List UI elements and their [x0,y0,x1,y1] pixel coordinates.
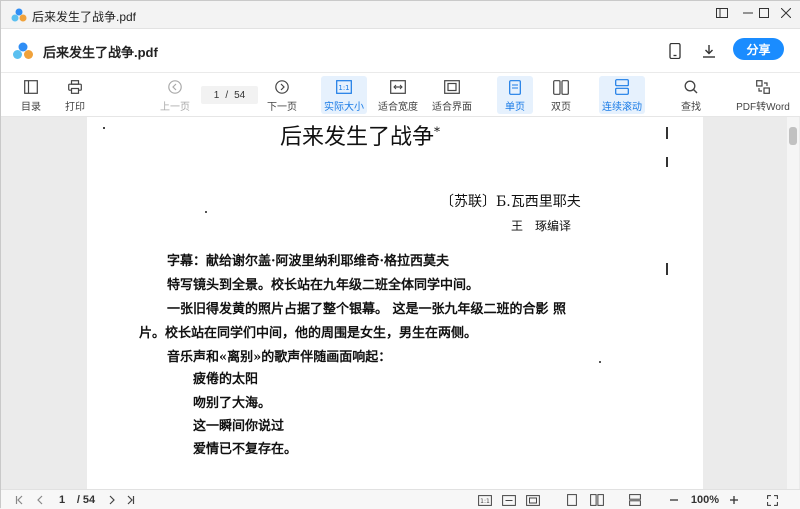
continuous-scroll-label: 连续滚动 [602,102,642,113]
search-button[interactable]: 查找 [675,76,707,114]
outline-icon [22,78,40,96]
fit-page-label: 适合界面 [432,102,472,113]
outline-label: 目录 [21,102,41,113]
verse-line: 吻别了大海。 [193,396,272,411]
zoom-level[interactable]: 100% [687,492,723,508]
fit-width-icon [389,78,407,96]
fit-page-icon[interactable] [525,492,541,508]
prev-page-icon[interactable] [33,492,47,508]
zoom-out-icon[interactable] [667,492,681,508]
next-page-icon[interactable] [105,492,119,508]
single-page-icon[interactable] [565,492,579,508]
last-page-icon[interactable] [123,492,137,508]
scan-speck [666,157,668,167]
print-label: 打印 [65,102,85,113]
page-total: 54 [234,89,246,101]
first-page-icon[interactable] [13,492,27,508]
share-button[interactable]: 分享 [733,38,784,60]
fit-width-button[interactable]: 适合宽度 [375,76,421,114]
outline-button[interactable]: 目录 [15,76,47,114]
pdf-to-word-label: PDF转Word [736,102,790,113]
zoom-in-icon[interactable] [727,492,741,508]
page-current[interactable]: 1 [214,90,220,101]
next-page-button[interactable]: 下一页 [263,76,301,114]
fullscreen-icon[interactable] [765,492,779,508]
scan-speck [103,127,105,129]
print-button[interactable]: 打印 [59,76,91,114]
status-bar: 1 / 54 1:1 100% [1,489,800,509]
status-page-total: / 54 [76,494,96,506]
fit-width-label: 适合宽度 [378,102,418,113]
document-viewport[interactable]: 后来发生了战争* 〔苏联〕Б.瓦西里耶夫 王 琢编译 字幕：献给谢尔盖·阿波里纳… [1,117,800,489]
single-page-icon [506,78,524,96]
continuous-scroll-icon[interactable] [627,492,643,508]
pdf-page: 后来发生了战争* 〔苏联〕Б.瓦西里耶夫 王 琢编译 字幕：献给谢尔盖·阿波里纳… [87,117,703,489]
next-page-icon [273,78,291,96]
double-page-icon [552,78,570,96]
scan-speck [599,361,601,363]
scan-speck [666,127,668,139]
title-bar: 后来发生了战争.pdf [1,1,800,29]
app-window: 后来发生了战争.pdf 后来发生了战争.pdf 分享 目录 打印 上一页 1 /… [0,0,800,509]
pdf-to-word-button[interactable]: PDF转Word [735,76,791,114]
body-line: 特写镜头到全景。校长站在九年级二班全体同学中间。 [167,278,480,293]
document-author: 〔苏联〕Б.瓦西里耶夫 [440,194,581,210]
mobile-icon[interactable] [664,40,686,62]
continuous-scroll-button[interactable]: 连续滚动 [599,76,645,114]
fit-width-icon[interactable] [501,492,517,508]
verse-line: 疲倦的太阳 [193,372,259,387]
scan-speck [666,263,668,275]
vertical-scrollbar[interactable] [787,117,799,489]
fit-page-icon [443,78,461,96]
window-title: 后来发生了战争.pdf [32,10,137,24]
actual-size-icon: 1:1 [335,78,353,96]
svg-text:1:1: 1:1 [338,84,349,92]
status-page-current[interactable]: 1 [55,492,69,508]
app-logo-icon [11,8,27,22]
doc-title-main: 后来发生了战争 [280,125,435,150]
verse-line: 爱情已不复存在。 [193,442,298,457]
app-logo-icon [12,42,34,60]
next-page-label: 下一页 [267,102,297,113]
body-line: 音乐声和«离别»的歌声伴随画面响起： [167,350,392,365]
pdf-to-word-icon [754,78,772,96]
prev-page-button[interactable]: 上一页 [155,76,195,114]
double-page-button[interactable]: 双页 [543,76,579,114]
doc-title-footnote-mark: * [434,124,441,139]
single-page-button[interactable]: 单页 [497,76,533,114]
search-label: 查找 [681,102,701,113]
printer-icon [66,78,84,96]
body-line: 片。校长站在同学们中间，他的周围是女生，男生在两侧。 [139,326,478,341]
document-title-text: 后来发生了战争* [280,119,440,151]
document-translator: 王 琢编译 [511,219,572,233]
scan-speck [205,211,207,213]
svg-text:1:1: 1:1 [480,498,490,505]
verse-line: 这一瞬间你说过 [193,419,285,434]
double-page-icon[interactable] [589,492,605,508]
body-line: 字幕：献给谢尔盖·阿波里纳利耶维奇·格拉西莫夫 [167,254,450,269]
document-title: 后来发生了战争.pdf [43,45,158,60]
prev-page-icon [166,78,184,96]
continuous-scroll-icon [613,78,631,96]
fit-page-button[interactable]: 适合界面 [429,76,475,114]
actual-size-button[interactable]: 1:1 实际大小 [321,76,367,114]
toolbar: 目录 打印 上一页 1 / 54 下一页 1:1 实际大小 适合宽度 适合界面 … [1,73,800,117]
double-page-label: 双页 [551,102,571,113]
single-page-label: 单页 [505,102,525,113]
download-icon[interactable] [698,40,720,62]
page-separator: / [225,89,229,101]
document-header: 后来发生了战争.pdf 分享 [1,29,800,73]
page-number-box[interactable]: 1 / 54 [201,86,258,104]
scrollbar-thumb[interactable] [789,127,797,145]
body-line: 一张旧得发黄的照片占据了整个银幕。 这是一张九年级二班的合影 照 [167,302,567,317]
close-button[interactable] [771,1,800,25]
prev-page-label: 上一页 [160,102,190,113]
actual-size-label: 实际大小 [324,102,364,113]
actual-size-icon[interactable]: 1:1 [477,492,493,508]
search-icon [682,78,700,96]
